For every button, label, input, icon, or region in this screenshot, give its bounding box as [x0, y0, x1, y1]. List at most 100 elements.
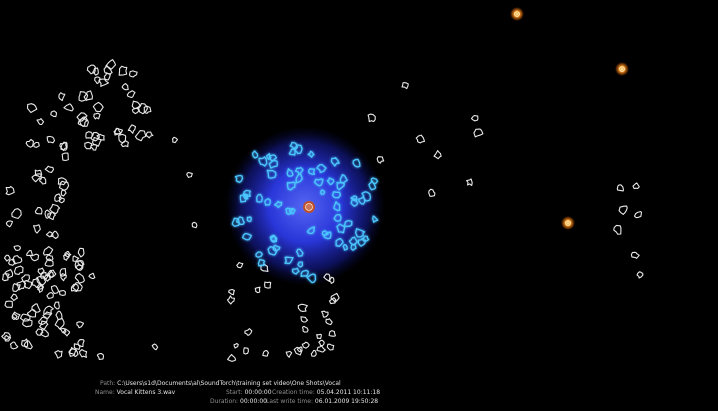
sample-glyph[interactable] [134, 130, 147, 142]
sample-glyph[interactable] [39, 176, 47, 185]
sample-glyph[interactable] [54, 350, 63, 359]
sample-glyph[interactable] [466, 178, 473, 187]
sample-glyph[interactable] [473, 128, 484, 138]
sample-glyph[interactable] [77, 247, 85, 258]
sample-glyph[interactable] [285, 350, 293, 358]
sample-glyph[interactable] [74, 272, 85, 284]
sample-glyph[interactable] [613, 224, 622, 235]
sample-glyph[interactable] [262, 349, 270, 357]
sample-glyph[interactable] [49, 203, 61, 215]
sample-glyph[interactable] [367, 113, 376, 123]
sample-glyph[interactable] [633, 210, 643, 219]
sample-glyph[interactable] [118, 65, 128, 76]
sample-glyph[interactable] [297, 303, 308, 312]
sample-glyph[interactable] [126, 90, 136, 99]
sample-glyph[interactable] [72, 255, 80, 262]
sample-glyph[interactable] [5, 220, 14, 228]
sample-glyph[interactable] [228, 289, 236, 296]
sample-glyph[interactable] [264, 281, 272, 289]
sample-glyph[interactable] [318, 339, 325, 347]
sample-glyph[interactable] [22, 318, 33, 328]
sample-glyph[interactable] [226, 295, 236, 305]
sample-glyph[interactable] [13, 265, 24, 275]
sample-glyph[interactable] [376, 156, 385, 164]
sample-glyph[interactable] [186, 171, 193, 178]
sample-glyph[interactable] [63, 103, 74, 112]
sample-glyph[interactable] [632, 182, 640, 190]
sample-glyph[interactable] [59, 327, 67, 334]
sample-glyph[interactable] [46, 292, 54, 299]
sample-glyph[interactable] [58, 180, 70, 191]
sample-glyph[interactable] [45, 254, 54, 262]
sample-glyph[interactable] [433, 150, 442, 160]
sample-glyph[interactable] [300, 316, 309, 323]
sample-glyph[interactable] [254, 286, 261, 294]
highlighted-sample-glyph[interactable] [561, 216, 575, 230]
sample-glyph[interactable] [61, 152, 69, 162]
sample-glyph[interactable] [38, 316, 48, 326]
sample-glyph[interactable] [227, 353, 237, 362]
highlighted-samples[interactable] [510, 7, 629, 230]
sample-glyph[interactable] [243, 347, 249, 355]
sample-glyph[interactable] [96, 352, 105, 361]
sample-glyph[interactable] [5, 185, 15, 196]
sample-glyph[interactable] [76, 321, 85, 329]
sample-glyph[interactable] [401, 82, 409, 90]
sample-glyph[interactable] [145, 131, 154, 139]
sample-glyph[interactable] [328, 330, 336, 337]
sample-glyph[interactable] [78, 349, 88, 358]
sample-glyph[interactable] [428, 188, 436, 197]
sample-glyph[interactable] [32, 224, 41, 234]
sample-glyph[interactable] [59, 267, 67, 277]
sample-glyph[interactable] [50, 110, 58, 118]
sample-glyph[interactable] [470, 114, 479, 122]
sample-glyph[interactable] [310, 349, 317, 357]
sample-glyph[interactable] [44, 165, 55, 174]
sample-glyph[interactable] [127, 124, 137, 134]
sample-glyph[interactable] [328, 297, 337, 305]
torch-center-marker[interactable] [303, 201, 315, 213]
sample-glyph[interactable] [54, 317, 65, 330]
sample-glyph[interactable] [26, 103, 38, 114]
sample-glyph[interactable] [326, 343, 335, 351]
sound-map-canvas[interactable] [0, 0, 718, 411]
sample-glyph[interactable] [77, 339, 85, 347]
sample-glyph[interactable] [616, 184, 624, 192]
sample-glyph[interactable] [10, 293, 18, 302]
sample-glyph[interactable] [236, 261, 244, 269]
sample-glyph[interactable] [50, 285, 60, 295]
sample-glyph[interactable] [128, 70, 138, 78]
sample-glyph[interactable] [630, 251, 640, 259]
sound-map-viewport[interactable] [0, 0, 718, 411]
sample-glyph[interactable] [25, 138, 35, 148]
sample-glyph[interactable] [131, 107, 140, 115]
sample-glyph[interactable] [301, 325, 309, 333]
sample-glyph[interactable] [171, 136, 178, 144]
sample-glyph[interactable] [105, 59, 117, 70]
sample-glyph[interactable] [23, 340, 33, 350]
highlighted-sample-glyph[interactable] [510, 7, 524, 21]
sample-glyph[interactable] [85, 131, 93, 139]
sample-glyph[interactable] [316, 345, 326, 353]
sample-glyph[interactable] [316, 333, 322, 340]
sample-glyph[interactable] [34, 206, 43, 215]
sample-glyph[interactable] [9, 341, 19, 350]
sample-glyph[interactable] [46, 135, 56, 144]
sample-glyph[interactable] [36, 118, 45, 126]
sample-glyph[interactable] [233, 342, 239, 349]
sample-glyph[interactable] [58, 289, 66, 296]
sample-glyph[interactable] [151, 343, 159, 351]
sample-glyph[interactable] [321, 310, 329, 318]
sample-glyph[interactable] [60, 189, 67, 197]
sample-glyph[interactable] [50, 230, 59, 240]
sample-glyph[interactable] [92, 101, 104, 113]
highlighted-sample-glyph[interactable] [615, 62, 629, 76]
sample-glyph[interactable] [191, 221, 198, 229]
sample-glyph[interactable] [39, 320, 49, 330]
sample-glyph[interactable] [103, 65, 113, 75]
sample-glyph[interactable] [618, 205, 628, 215]
sample-glyph[interactable] [325, 318, 333, 326]
sample-glyph[interactable] [11, 208, 22, 219]
sample-glyph[interactable] [13, 245, 21, 251]
sample-glyph[interactable] [31, 303, 41, 313]
